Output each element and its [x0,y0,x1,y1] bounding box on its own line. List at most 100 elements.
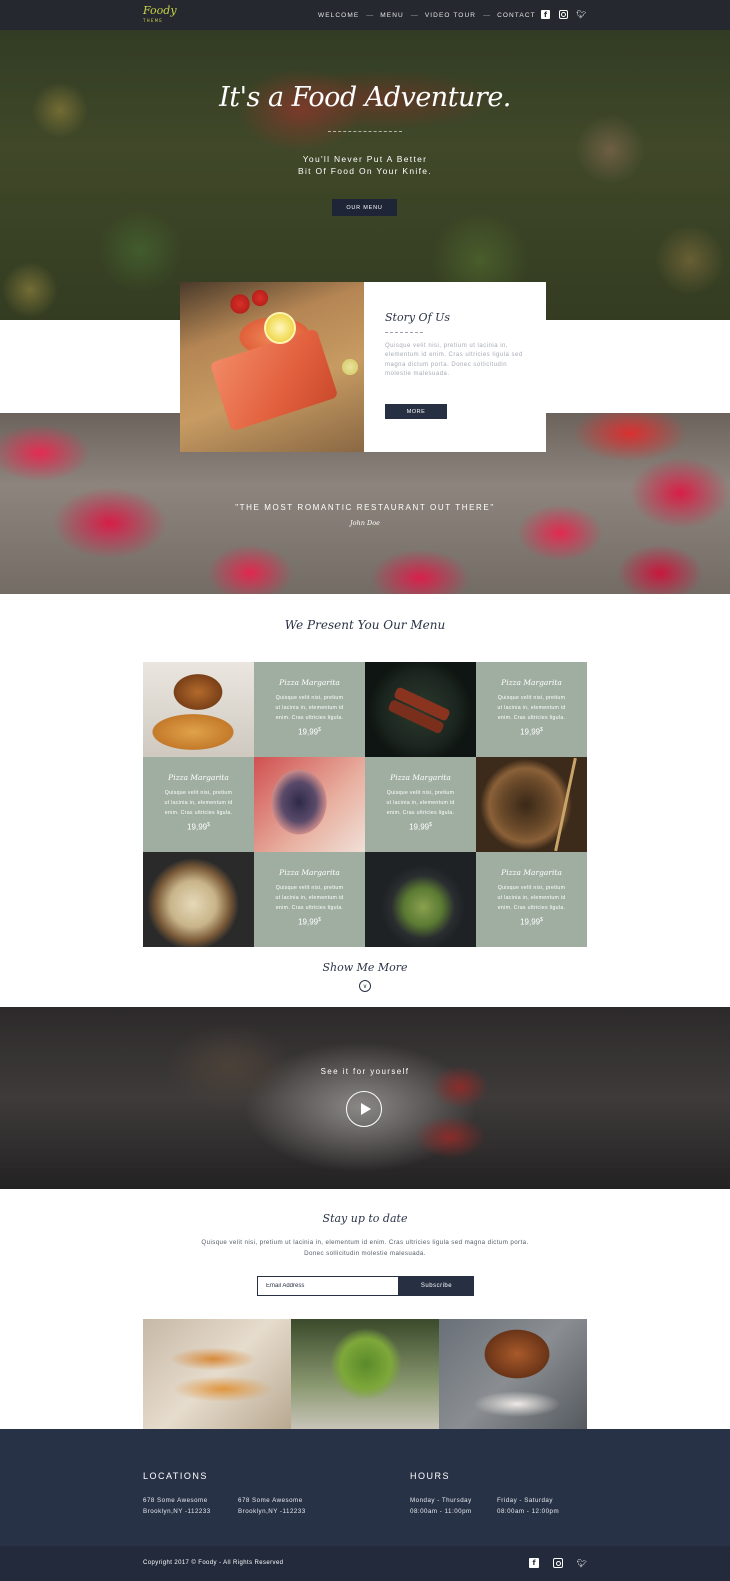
hero-subtitle-line1: You'll Never Put A Better [302,154,428,164]
facebook-icon[interactable]: f [541,10,550,19]
menu-item-desc: Quisque velit nisi, pretium ut lacinia i… [275,885,344,911]
menu-item-name: Pizza Margarita [279,868,340,877]
hero-subtitle-line2: Bit Of Food On Your Knife. [298,166,432,176]
subscribe-button[interactable]: Subscribe [399,1276,474,1296]
twitter-icon[interactable]: 🐦︎ [576,10,586,19]
story-image [180,282,364,452]
location-2-street: 678 Some Awesome [238,1497,303,1504]
footer: LOCATIONS 678 Some Awesome Brooklyn,NY -… [0,1429,730,1546]
location-1: 678 Some Awesome Brooklyn,NY -112233 [143,1495,211,1517]
nav-item-menu[interactable]: MENU [380,12,404,19]
menu-item-name: Pizza Margarita [168,773,229,782]
menu-item[interactable]: Pizza Margarita Quisque velit nisi, pret… [254,852,365,947]
hours-weekend-time: 08:00am - 12:00pm [497,1508,560,1515]
hours-weekend: Friday - Saturday 08:00am - 12:00pm [497,1495,559,1517]
menu-item[interactable]: Pizza Margarita Quisque velit nisi, pret… [365,757,476,852]
menu-item-name: Pizza Margarita [501,868,562,877]
bottom-bar: Copyright 2017 © Foody - All Rights Rese… [0,1546,730,1581]
menu-item-price: 19,99$ [520,727,543,737]
hero-title: It's a Food Adventure. [219,82,511,113]
hours-weekdays-time: 08:00am - 11:00pm [410,1508,472,1515]
show-more-link[interactable]: Show Me More [0,961,730,974]
logo[interactable]: Foody THEME [143,5,177,26]
hours-weekdays: Monday - Thursday 08:00am - 11:00pm [410,1495,472,1517]
menu-item-name: Pizza Margarita [279,678,340,687]
salmon-shape [209,328,339,432]
menu-photo-skewers[interactable] [365,662,476,757]
menu-item-price: 19,99$ [298,917,321,927]
chevron-down-icon[interactable]: ∨ [359,980,371,992]
menu-item-name: Pizza Margarita [501,678,562,687]
quote-text: "THE MOST ROMANTIC RESTAURANT OUT THERE" [235,503,495,512]
nav-separator: — [410,11,418,19]
menu-grid: Pizza Margarita Quisque velit nisi, pret… [143,662,587,947]
newsletter-text-line2: Donec sollicitudin molestie malesuada. [304,1250,426,1257]
locations-title: LOCATIONS [143,1471,208,1481]
menu-item-desc: Quisque velit nisi, pretium ut lacinia i… [164,790,233,816]
lemon-shape [264,312,296,344]
story-divider [385,332,423,333]
gallery-photo-broccoli [291,1319,439,1429]
hours-title: HOURS [410,1471,451,1481]
video-text: See it for yourself [320,1067,410,1076]
email-field[interactable] [257,1276,399,1296]
nav-menu: WELCOME — MENU — VIDEO TOUR — CONTACT — [318,0,557,30]
page: Foody THEME WELCOME — MENU — VIDEO TOUR … [0,0,730,1581]
newsletter-title: Stay up to date [322,1212,408,1225]
newsletter-text: Quisque velit nisi, pretium ut lacinia i… [180,1237,550,1259]
logo-subtext: THEME [143,18,163,23]
menu-item-price: 19,99$ [187,822,210,832]
menu-item-price: 19,99$ [298,727,321,737]
facebook-icon[interactable]: f [529,1558,539,1568]
menu-item[interactable]: Pizza Margarita Quisque velit nisi, pret… [476,852,587,947]
menu-item-desc: Quisque velit nisi, pretium ut lacinia i… [497,885,566,911]
gallery-photo-shrimp [143,1319,291,1429]
menu-title: We Present You Our Menu [284,618,446,632]
copyright: Copyright 2017 © Foody - All Rights Rese… [143,1560,284,1566]
hero-divider [328,131,402,132]
menu-item[interactable]: Pizza Margarita Quisque velit nisi, pret… [143,757,254,852]
location-2: 678 Some Awesome Brooklyn,NY -112233 [238,1495,306,1517]
nav-separator: — [483,11,491,19]
menu-photo-burger[interactable] [143,662,254,757]
menu-item-desc: Quisque velit nisi, pretium ut lacinia i… [497,695,566,721]
menu-photo-dessert[interactable] [254,757,365,852]
hero-section: It's a Food Adventure. You'll Never Put … [0,30,730,320]
location-2-city: Brooklyn,NY -112233 [238,1508,306,1515]
nav-item-welcome[interactable]: WELCOME [318,12,359,19]
menu-photo-stirfry[interactable] [365,852,476,947]
menu-item[interactable]: Pizza Margarita Quisque velit nisi, pret… [254,662,365,757]
top-nav: Foody THEME WELCOME — MENU — VIDEO TOUR … [0,0,730,30]
newsletter-text-line1: Quisque velit nisi, pretium ut lacinia i… [201,1239,529,1246]
story-title: Story Of Us [385,311,451,324]
twitter-icon[interactable]: 🐦︎ [577,1558,587,1568]
hero-subtitle: You'll Never Put A Better Bit Of Food On… [0,153,730,177]
story-text: Quisque velit nisi, pretium ut lacinia i… [385,343,523,377]
nav-social: f 🐦︎ [541,10,587,19]
instagram-icon[interactable] [559,10,568,19]
nav-separator: — [366,11,374,19]
menu-photo-noodles[interactable] [476,757,587,852]
hours-weekend-days: Friday - Saturday [497,1497,553,1504]
footer-social: f 🐦︎ [529,1558,587,1568]
quote-author: John Doe [350,519,380,527]
instagram-icon[interactable] [553,1558,563,1568]
menu-item-desc: Quisque velit nisi, pretium ut lacinia i… [275,695,344,721]
location-1-city: Brooklyn,NY -112233 [143,1508,211,1515]
story-card: Story Of Us Quisque velit nisi, pretium … [364,282,546,452]
menu-item[interactable]: Pizza Margarita Quisque velit nisi, pret… [476,662,587,757]
menu-photo-granola[interactable] [143,852,254,947]
hours-weekdays-days: Monday - Thursday [410,1497,472,1504]
video-section: See it for yourself [0,1007,730,1189]
menu-item-name: Pizza Margarita [390,773,451,782]
menu-item-price: 19,99$ [409,822,432,832]
gallery-photo-burger [439,1319,587,1429]
menu-item-price: 19,99$ [520,917,543,927]
location-1-street: 678 Some Awesome [143,1497,208,1504]
menu-item-desc: Quisque velit nisi, pretium ut lacinia i… [386,790,455,816]
more-button[interactable]: MORE [385,404,447,419]
play-icon[interactable] [346,1091,382,1127]
our-menu-button[interactable]: OUR MENU [332,199,397,216]
nav-item-contact[interactable]: CONTACT [497,12,536,19]
nav-item-video-tour[interactable]: VIDEO TOUR [425,12,476,19]
